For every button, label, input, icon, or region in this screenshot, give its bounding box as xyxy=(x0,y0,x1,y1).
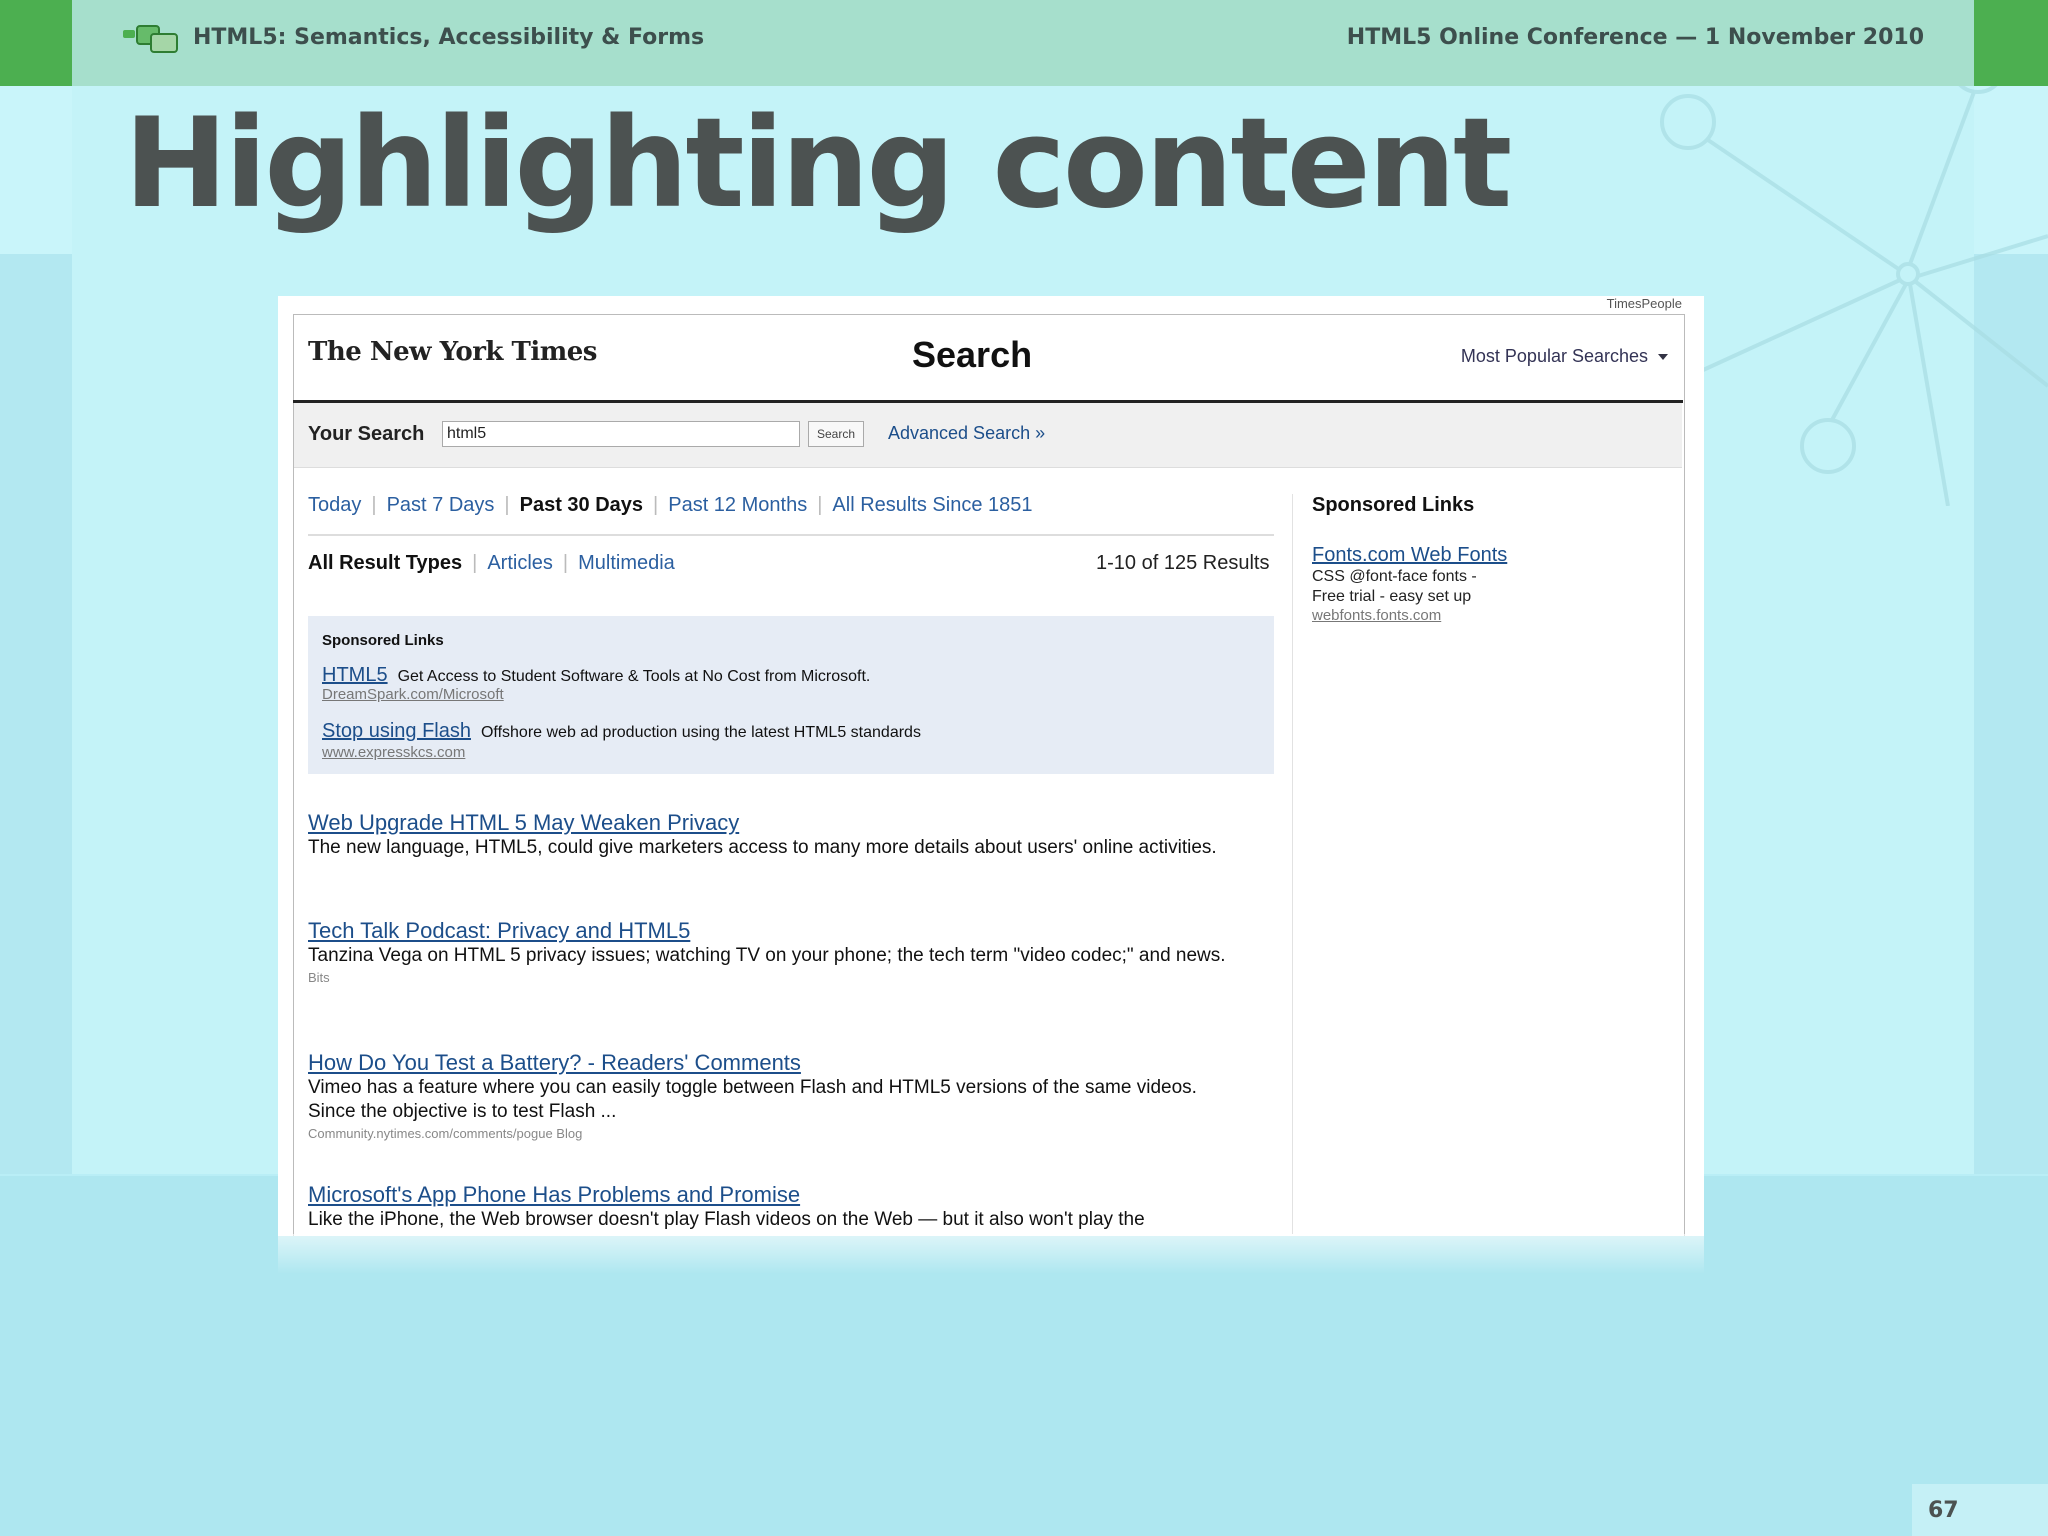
conference-logo-icon xyxy=(123,25,178,53)
filter-past-7-days[interactable]: Past 7 Days xyxy=(387,494,495,516)
sponsored-link[interactable]: Stop using Flash xyxy=(322,720,471,742)
filter-past-12-months[interactable]: Past 12 Months xyxy=(668,494,807,516)
chevron-down-icon xyxy=(1658,354,1668,361)
search-button[interactable]: Search xyxy=(808,421,864,447)
right-sponsored-url[interactable]: webfonts.fonts.com xyxy=(1312,607,1507,624)
sponsored-text: Offshore web ad production using the lat… xyxy=(480,724,921,741)
header-left-title: HTML5: Semantics, Accessibility & Forms xyxy=(193,25,705,50)
most-popular-label: Most Popular Searches xyxy=(1460,346,1648,366)
result-snippet: The new language, HTML5, could give mark… xyxy=(308,837,1217,858)
date-filters: Today | Past 7 Days | Past 30 Days | Past 12 M… xyxy=(308,494,1033,517)
search-result: Microsoft's App Phone Has Problems and P… xyxy=(308,1182,1238,1232)
sponsored-item: HTML5 Get Access to Student Software & To… xyxy=(322,664,870,687)
result-title-link[interactable]: How Do You Test a Battery? - Readers' Co… xyxy=(308,1050,1238,1076)
most-popular-searches-dropdown[interactable]: Most Popular Searches xyxy=(1461,346,1668,367)
slide-title: Highlighting content xyxy=(124,92,1512,236)
advanced-search-link[interactable]: Advanced Search » xyxy=(888,423,1045,444)
header-right-title: HTML5 Online Conference — 1 November 201… xyxy=(1346,25,1924,50)
search-result: How Do You Test a Battery? - Readers' Co… xyxy=(308,1050,1238,1141)
filter-today[interactable]: Today xyxy=(308,494,361,516)
filter-all-since-1851[interactable]: All Results Since 1851 xyxy=(832,494,1032,516)
search-page-title: Search xyxy=(912,334,1033,375)
nyt-logo[interactable]: The New York Times xyxy=(308,337,597,367)
search-result: Tech Talk Podcast: Privacy and HTML5 Tan… xyxy=(308,918,1238,985)
network-decoration xyxy=(1648,86,2048,506)
separator: | xyxy=(504,494,510,516)
result-snippet: Vimeo has a feature where you can easily… xyxy=(308,1077,1197,1122)
result-source[interactable]: Community.nytimes.com/comments/pogue Blo… xyxy=(308,1126,1238,1141)
sponsored-url[interactable]: www.expresskcs.com xyxy=(322,744,465,761)
right-sponsored-item: Fonts.com Web Fonts CSS @font-face fonts… xyxy=(1312,544,1507,624)
sponsored-link[interactable]: HTML5 xyxy=(322,664,388,686)
sponsored-links-box: Sponsored Links HTML5 Get Access to Stude… xyxy=(308,616,1274,774)
result-snippet: Like the iPhone, the Web browser doesn't… xyxy=(308,1209,1145,1230)
results-count: 1-10 of 125 Results xyxy=(1096,552,1270,574)
your-search-label: Your Search xyxy=(308,423,425,445)
right-sponsored-line1: CSS @font-face fonts - xyxy=(1312,568,1477,585)
separator: | xyxy=(371,494,377,516)
type-filters: All Result Types | Articles | Multimedia xyxy=(308,552,675,575)
header-accent-right xyxy=(1974,0,2048,86)
search-input[interactable] xyxy=(442,421,800,447)
result-source[interactable]: Bits xyxy=(308,970,1238,985)
nyt-search-screenshot: TimesPeople The New York Times Search Mo… xyxy=(278,296,1704,1236)
right-sponsored-link[interactable]: Fonts.com Web Fonts xyxy=(1312,544,1507,567)
sponsored-text: Get Access to Student Software & Tools a… xyxy=(397,668,871,685)
separator: | xyxy=(562,552,569,574)
filter-divider xyxy=(308,534,1274,536)
right-sponsored-title: Sponsored Links xyxy=(1312,494,1474,517)
separator: | xyxy=(817,494,823,516)
result-title-link[interactable]: Web Upgrade HTML 5 May Weaken Privacy xyxy=(308,810,1238,836)
type-all-results[interactable]: All Result Types xyxy=(308,552,462,574)
separator: | xyxy=(472,552,478,574)
column-divider xyxy=(1292,494,1293,1234)
header-accent-left xyxy=(0,0,72,86)
filter-past-30-days[interactable]: Past 30 Days xyxy=(520,494,643,516)
result-title-link[interactable]: Tech Talk Podcast: Privacy and HTML5 xyxy=(308,918,1238,944)
right-sponsored-line2: Free trial - easy set up xyxy=(1312,588,1472,605)
result-title-link[interactable]: Microsoft's App Phone Has Problems and P… xyxy=(308,1182,1238,1208)
separator: | xyxy=(653,494,659,516)
screenshot-fade xyxy=(278,1234,1704,1274)
page-number: 67 xyxy=(1928,1498,1959,1523)
sponsored-item: Stop using Flash Offshore web ad producti… xyxy=(322,720,921,743)
type-articles[interactable]: Articles xyxy=(487,552,553,574)
search-result: Web Upgrade HTML 5 May Weaken Privacy Th… xyxy=(308,810,1238,860)
sponsored-url[interactable]: DreamSpark.com/Microsoft xyxy=(322,686,504,703)
timespeople-link[interactable]: TimesPeople xyxy=(1607,296,1682,311)
sponsored-title: Sponsored Links xyxy=(322,632,444,649)
right-sponsored-heading: Sponsored Links xyxy=(1312,494,1475,516)
type-multimedia[interactable]: Multimedia xyxy=(578,552,675,574)
result-snippet: Tanzina Vega on HTML 5 privacy issues; w… xyxy=(308,945,1226,966)
